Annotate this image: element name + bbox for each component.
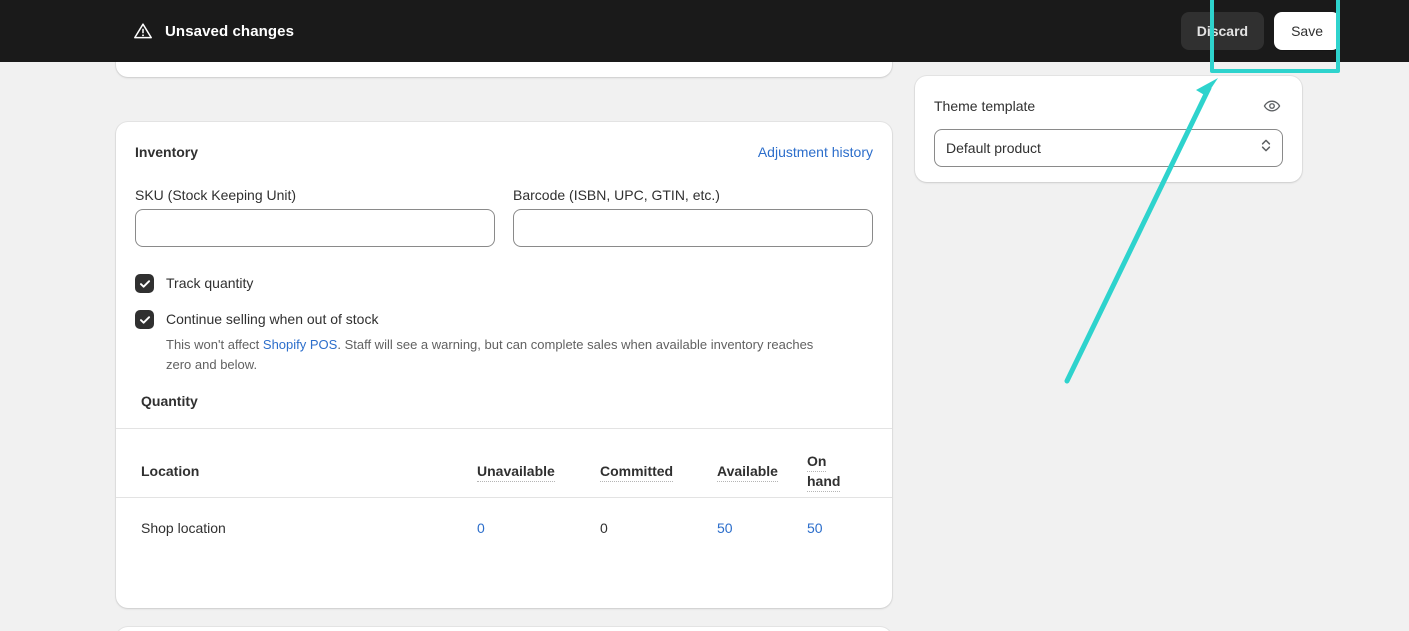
shopify-pos-link[interactable]: Shopify POS bbox=[263, 337, 337, 352]
continue-selling-checkbox[interactable] bbox=[135, 310, 154, 329]
continue-selling-help-text: This won't affect Shopify POS. Staff wil… bbox=[166, 335, 836, 375]
track-quantity-label[interactable]: Track quantity bbox=[166, 273, 253, 293]
cell-unavailable: 0 bbox=[477, 498, 600, 557]
discard-button[interactable]: Discard bbox=[1181, 12, 1264, 50]
inventory-options: Track quantity Continue selling when out… bbox=[116, 247, 892, 375]
cell-location: Shop location bbox=[116, 498, 477, 557]
cell-available: 50 bbox=[717, 498, 807, 557]
column-header-available: Available bbox=[717, 429, 807, 498]
theme-template-header: Theme template bbox=[915, 76, 1302, 119]
next-section-card bbox=[116, 627, 892, 631]
eye-icon[interactable] bbox=[1259, 93, 1285, 119]
on-hand-value-link[interactable]: 50 bbox=[807, 520, 823, 536]
track-quantity-row[interactable]: Track quantity bbox=[135, 273, 873, 293]
column-header-on-hand: On hand bbox=[807, 429, 892, 498]
column-header-committed: Committed bbox=[600, 429, 717, 498]
committed-value: 0 bbox=[600, 520, 608, 536]
column-header-unavailable: Unavailable bbox=[477, 429, 600, 498]
theme-template-card: Theme template Default product bbox=[915, 76, 1302, 182]
page-content: $ 0.00 Inventory Adjustment histo bbox=[0, 0, 1409, 631]
inventory-card: Inventory Adjustment history SKU (Stock … bbox=[116, 122, 892, 608]
cell-committed: 0 bbox=[600, 498, 717, 557]
quantity-table: Location Unavailable Committed Available bbox=[116, 429, 892, 556]
unsaved-changes-title: Unsaved changes bbox=[165, 23, 294, 40]
continue-selling-label[interactable]: Continue selling when out of stock bbox=[166, 309, 378, 329]
quantity-table-body: Shop location 0 0 50 50 bbox=[116, 498, 892, 557]
column-header-location: Location bbox=[116, 429, 477, 498]
theme-template-select-wrap: Default product bbox=[934, 129, 1283, 167]
save-bar-message: Unsaved changes bbox=[133, 21, 294, 41]
inventory-title: Inventory bbox=[135, 142, 198, 162]
quantity-title: Quantity bbox=[116, 375, 892, 411]
barcode-input[interactable] bbox=[513, 209, 873, 247]
contextual-save-bar: Unsaved changes Discard Save bbox=[0, 0, 1409, 62]
column-header-on-hand-text[interactable]: On hand bbox=[807, 453, 840, 492]
theme-template-select[interactable]: Default product bbox=[934, 129, 1283, 167]
available-value-link[interactable]: 50 bbox=[717, 520, 733, 536]
table-row: Shop location 0 0 50 50 bbox=[116, 498, 892, 557]
adjustment-history-link[interactable]: Adjustment history bbox=[758, 142, 873, 162]
sku-field-group: SKU (Stock Keeping Unit) bbox=[135, 185, 495, 247]
product-edit-page: $ 0.00 Inventory Adjustment histo bbox=[0, 0, 1409, 631]
track-quantity-checkbox[interactable] bbox=[135, 274, 154, 293]
inventory-identifier-fields: SKU (Stock Keeping Unit) Barcode (ISBN, … bbox=[116, 162, 892, 247]
theme-template-title: Theme template bbox=[934, 96, 1035, 116]
column-header-unavailable-text[interactable]: Unavailable bbox=[477, 463, 555, 482]
column-header-available-text[interactable]: Available bbox=[717, 463, 778, 482]
help-text-prefix: This won't affect bbox=[166, 337, 263, 352]
barcode-label: Barcode (ISBN, UPC, GTIN, etc.) bbox=[513, 185, 873, 205]
sku-label: SKU (Stock Keeping Unit) bbox=[135, 185, 495, 205]
save-button[interactable]: Save bbox=[1274, 12, 1340, 50]
inventory-header: Inventory Adjustment history bbox=[116, 122, 892, 162]
continue-selling-row[interactable]: Continue selling when out of stock bbox=[135, 309, 873, 329]
warning-triangle-icon bbox=[133, 21, 153, 41]
sku-input[interactable] bbox=[135, 209, 495, 247]
quantity-table-head: Location Unavailable Committed Available bbox=[116, 429, 892, 498]
column-header-committed-text[interactable]: Committed bbox=[600, 463, 673, 482]
column-header-location-text: Location bbox=[141, 463, 199, 479]
cell-on-hand: 50 bbox=[807, 498, 892, 557]
save-bar-actions: Discard Save bbox=[1181, 12, 1340, 50]
barcode-field-group: Barcode (ISBN, UPC, GTIN, etc.) bbox=[513, 185, 873, 247]
unavailable-value-link[interactable]: 0 bbox=[477, 520, 485, 536]
table-header-row: Location Unavailable Committed Available bbox=[116, 429, 892, 498]
